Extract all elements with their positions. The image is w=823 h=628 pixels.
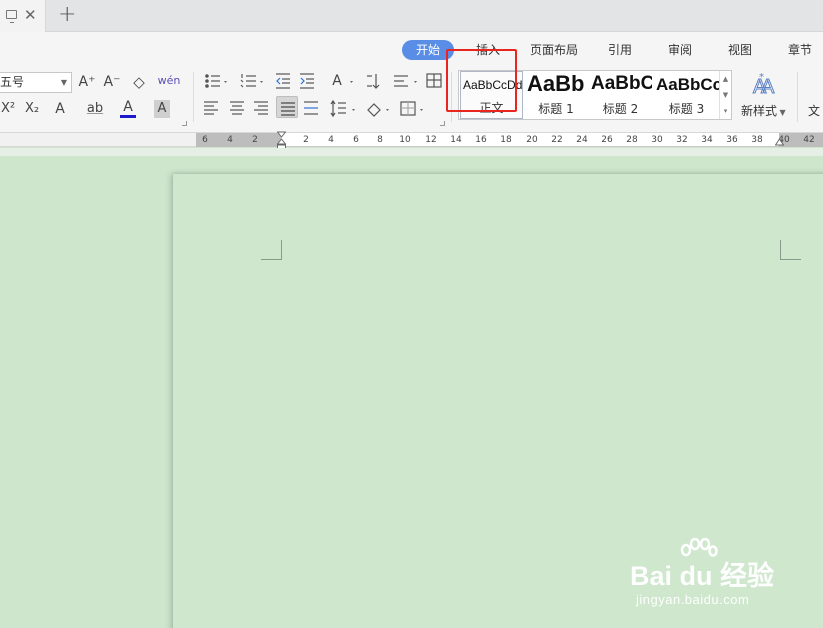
- tab-view[interactable]: 视图: [722, 40, 758, 60]
- ruler-tick-label: 16: [475, 135, 487, 145]
- align-right-icon: [254, 101, 268, 115]
- new-style-button[interactable]: 新样式 ▼: [741, 102, 786, 119]
- window-tab-bar: ✕ +: [0, 0, 823, 32]
- increase-indent-icon: [300, 73, 314, 89]
- table-border-icon: [426, 73, 442, 88]
- character-shading-icon[interactable]: A: [154, 100, 170, 118]
- ruler-tick-label: 4: [227, 135, 233, 145]
- text-effect-icon[interactable]: A: [52, 100, 68, 118]
- eraser-icon[interactable]: ◇: [130, 73, 148, 91]
- borders-icon: [400, 101, 416, 116]
- ruler-tick-label: 26: [601, 135, 613, 145]
- highlight-icon[interactable]: ab: [86, 100, 104, 118]
- insert-tab-highlight: [446, 49, 517, 112]
- align-center-icon: [230, 101, 244, 115]
- ribbon: 开始 插入 页面布局 引用 审阅 视图 章节 五号 ▼ A⁺ A⁻ ◇ wén …: [0, 32, 823, 133]
- right-indent-marker[interactable]: [775, 138, 784, 148]
- ruler-tick-label: 20: [526, 135, 538, 145]
- tab-review[interactable]: 审阅: [662, 40, 698, 60]
- font-color-icon[interactable]: A: [120, 99, 136, 118]
- separator: [193, 72, 194, 122]
- ruler-tick-label: 12: [425, 135, 437, 145]
- numbered-list-icon: [240, 74, 256, 88]
- watermark-brand: Bai du 经验: [630, 561, 775, 591]
- style-heading-1[interactable]: AaBb 标题 1: [525, 71, 587, 119]
- style-heading-3[interactable]: AaBbCc 标题 3: [654, 71, 719, 119]
- align-left-icon: [204, 101, 218, 115]
- chevron-down-icon: ▼: [60, 78, 67, 87]
- baidu-jingyan-watermark: Bai du 经验 jingyan.baidu.com: [630, 538, 790, 618]
- sort-icon: [367, 74, 380, 89]
- paragraph-tools: [204, 73, 442, 118]
- ruler-tick-label: 6: [202, 135, 208, 145]
- ruler-tick-label: 36: [726, 135, 738, 145]
- font-size-select[interactable]: 五号 ▼: [0, 72, 72, 93]
- document-top-strip: [0, 148, 823, 156]
- ruler-tick-label: 8: [377, 135, 383, 145]
- monitor-icon: [6, 10, 17, 23]
- ruler-tick-label: 24: [576, 135, 588, 145]
- subscript-icon[interactable]: X₂: [23, 100, 41, 118]
- ruler-tick-label: 4: [328, 135, 334, 145]
- ruler-tick-label: 28: [626, 135, 638, 145]
- ruler-tick-label: 10: [399, 135, 411, 145]
- ruler-background: [0, 133, 196, 147]
- font-dialog-launcher[interactable]: [182, 121, 187, 126]
- svg-text:*: *: [759, 72, 764, 83]
- bullet-list-icon: [205, 74, 220, 88]
- plus-icon[interactable]: +: [58, 2, 76, 28]
- watermark-url: jingyan.baidu.com: [636, 592, 750, 607]
- align-justify-button[interactable]: [276, 96, 298, 118]
- align-justify-icon: [281, 102, 295, 116]
- line-spacing-icon: [330, 99, 346, 118]
- ruler-tick-label: 2: [252, 135, 258, 145]
- ruler-tick-label: 34: [701, 135, 713, 145]
- show-paragraph-marks-icon: [394, 75, 408, 87]
- margin-corner-top-left: [261, 240, 282, 260]
- tab-chapter[interactable]: 章节: [782, 40, 818, 60]
- tab-references[interactable]: 引用: [602, 40, 638, 60]
- paragraph-dialog-launcher[interactable]: [440, 121, 445, 126]
- separator: [797, 72, 798, 122]
- decrease-indent-icon: [276, 73, 290, 89]
- ruler-tick-label: 2: [303, 135, 309, 145]
- grow-font-icon[interactable]: A⁺: [78, 73, 96, 91]
- shrink-font-icon[interactable]: A⁻: [103, 73, 121, 91]
- ruler-tick-label: 18: [500, 135, 512, 145]
- new-style-icon[interactable]: A A *: [752, 70, 776, 96]
- style-heading-2[interactable]: AaBbC 标题 2: [589, 71, 652, 119]
- shading-icon: [367, 103, 381, 117]
- pinyin-guide-icon[interactable]: wén: [157, 72, 181, 90]
- text-tools-button[interactable]: 文: [808, 102, 820, 119]
- font-size-value: 五号: [0, 75, 25, 89]
- tab-page-layout[interactable]: 页面布局: [527, 40, 581, 60]
- ruler-tick-label: 30: [651, 135, 663, 145]
- ruler-tick-label: 14: [450, 135, 462, 145]
- styles-gallery-scroll[interactable]: ▲ ▼ ▾: [719, 71, 731, 119]
- ruler-tick-label: 6: [353, 135, 359, 145]
- distributed-icon: [304, 101, 318, 115]
- margin-corner-top-right: [780, 240, 801, 260]
- text-direction-icon[interactable]: A: [328, 72, 346, 90]
- ruler-tick-label: 22: [551, 135, 563, 145]
- document-tab[interactable]: ✕: [0, 0, 46, 32]
- superscript-icon[interactable]: X²: [0, 100, 16, 118]
- ruler-tick-label: 38: [751, 135, 763, 145]
- ruler-tick-label: 32: [676, 135, 688, 145]
- ruler-tick-label: 42: [803, 135, 815, 145]
- close-icon[interactable]: ✕: [24, 5, 37, 25]
